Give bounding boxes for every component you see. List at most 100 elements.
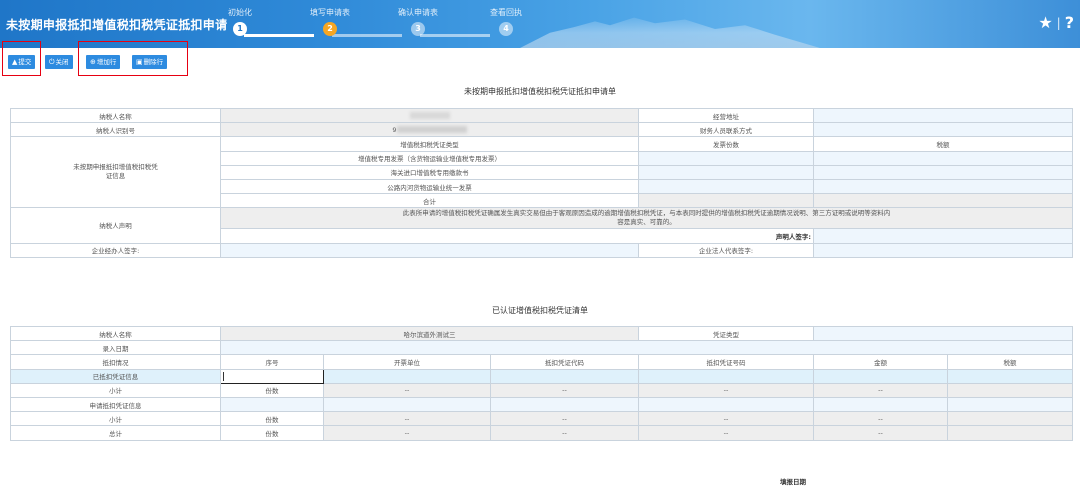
dash-cell: -- [813, 411, 948, 427]
step-number: 2 [323, 22, 337, 36]
redacted-value [409, 112, 450, 120]
subtotal-label: 小计 [10, 382, 221, 398]
business-address-label: 经营地址 [638, 107, 814, 124]
business-address-field[interactable] [813, 107, 1073, 124]
invoice-count-header: 发票份数 [638, 136, 814, 152]
column-header: 序号 [220, 354, 324, 370]
voucher-code-input[interactable] [490, 396, 639, 413]
serial-number-input[interactable] [220, 368, 324, 384]
dash-cell: -- [323, 411, 491, 427]
step-number: 1 [233, 22, 247, 36]
taxpayer-name-label: 纳税人名称 [10, 325, 221, 342]
header-separator: | [1056, 15, 1061, 30]
declarant-signature-field[interactable] [813, 228, 1073, 244]
step-fill-form: 填写申请表 2 [300, 6, 360, 36]
header-decoration [520, 17, 820, 48]
dash-cell: -- [323, 382, 491, 398]
column-header: 抵扣凭证代码 [490, 354, 639, 370]
dash-cell: -- [323, 425, 491, 441]
entry-date-field[interactable] [220, 340, 1073, 356]
step-initialize: 初始化 1 [210, 6, 270, 36]
taxpayer-id-label: 纳税人识别号 [10, 122, 221, 138]
finance-contact-label: 财务人员联系方式 [638, 122, 814, 138]
count-label: 份数 [220, 425, 324, 441]
delete-row-button[interactable]: ▣删除行 [132, 55, 168, 69]
help-icon[interactable]: ? [1065, 13, 1074, 32]
form2-table: 纳税人名称 哈尔滨道外测试三 凭证类型 录入日期 抵扣情况 序号 开票单位 抵扣… [10, 325, 1073, 441]
step-label: 查看回执 [490, 8, 522, 17]
close-button[interactable]: ⏻关闭 [45, 55, 73, 69]
invoice-count-field[interactable] [638, 178, 814, 195]
voucher-number-input[interactable] [638, 396, 814, 413]
amount-input[interactable] [813, 368, 948, 384]
entry-date-label: 录入日期 [10, 340, 221, 356]
declarant-signature-label: 声明人签字: [220, 228, 814, 244]
star-icon[interactable]: ★ [1038, 13, 1052, 32]
text-cursor [223, 371, 224, 381]
invoice-count-field[interactable] [638, 150, 814, 166]
deduction-status-label: 抵扣情况 [10, 354, 221, 370]
tax-subtotal [947, 411, 1073, 427]
form1-title: 未按期申报抵扣增值税扣税凭证抵扣申请单 [464, 87, 616, 96]
add-row-button[interactable]: ⊕增加行 [86, 55, 121, 69]
tax-total [947, 425, 1073, 441]
agent-signature-field[interactable] [220, 242, 639, 258]
header-actions: ★ |? [1038, 12, 1074, 32]
serial-number-input[interactable] [220, 396, 324, 413]
voucher-total-label: 合计 [220, 193, 639, 209]
legal-rep-signature-field[interactable] [813, 242, 1073, 258]
column-header: 税额 [947, 354, 1073, 370]
dash-cell: -- [490, 382, 639, 398]
invoice-count-field[interactable] [638, 164, 814, 180]
amount-input[interactable] [813, 396, 948, 413]
tax-amount-field[interactable] [813, 164, 1073, 180]
dash-cell: -- [638, 411, 814, 427]
declaration-text: 此表所申请的增值税扣税凭证确属发生真实交易但由于客观原因造成的逾期增值税扣税凭证… [220, 207, 1073, 230]
tax-input[interactable] [947, 396, 1073, 413]
progress-steps: 初始化 1 填写申请表 2 确认申请表 3 查看回执 4 [226, 6, 526, 42]
voucher-number-input[interactable] [638, 368, 814, 384]
deducted-voucher-label: 已抵扣凭证信息 [10, 368, 221, 384]
voucher-type-label: 凭证类型 [638, 325, 814, 342]
column-header: 抵扣凭证号码 [638, 354, 814, 370]
voucher-info-label: 未按期申报抵扣增值税扣税凭证信息 [10, 136, 221, 209]
redacted-value [396, 126, 467, 134]
issuer-input[interactable] [323, 396, 491, 413]
voucher-type-customs: 海关进口增值税专用缴款书 [220, 164, 639, 180]
tax-input[interactable] [947, 368, 1073, 384]
power-icon: ⏻ [49, 58, 55, 66]
taxpayer-id-value: 9 [220, 122, 639, 138]
thumbs-up-icon: ▲ [12, 58, 18, 66]
form1-table: 纳税人名称 经营地址 纳税人识别号 9 财务人员联系方式 未按期申报抵扣增值税扣… [10, 107, 1073, 258]
dash-cell: -- [490, 411, 639, 427]
step-label: 填写申请表 [310, 8, 350, 17]
voucher-type-field[interactable] [813, 325, 1073, 342]
subtotal-label: 小计 [10, 411, 221, 427]
taxpayer-name-value: 哈尔滨道外测试三 [220, 325, 639, 342]
tax-amount-field[interactable] [813, 178, 1073, 195]
dash-cell: -- [490, 425, 639, 441]
legal-rep-signature-label: 企业法人代表签字: [638, 242, 814, 258]
voucher-type-header: 增值税扣税凭证类型 [220, 136, 639, 152]
submit-button[interactable]: ▲提交 [8, 55, 36, 69]
count-label: 份数 [220, 411, 324, 427]
agent-signature-label: 企业经办人签字: [10, 242, 221, 258]
step-label: 确认申请表 [398, 8, 438, 17]
voucher-code-input[interactable] [490, 368, 639, 384]
declaration-label: 纳税人声明 [10, 207, 221, 244]
voucher-type-special-invoice: 增值税专用发票（含货物运输业增值税专用发票） [220, 150, 639, 166]
delete-row-label: 删除行 [143, 58, 164, 66]
finance-contact-field[interactable] [813, 122, 1073, 138]
tax-subtotal [947, 382, 1073, 398]
close-label: 关闭 [55, 58, 69, 66]
issuer-input[interactable] [323, 368, 491, 384]
voucher-type-transport: 公路内河货物运输业统一发票 [220, 178, 639, 195]
trash-icon: ▣ [136, 58, 143, 66]
tax-amount-field[interactable] [813, 150, 1073, 166]
submit-label: 提交 [18, 58, 32, 66]
tax-amount-total [813, 193, 1073, 209]
dash-cell: -- [813, 382, 948, 398]
step-view-receipt: 查看回执 4 [476, 6, 536, 36]
step-label: 初始化 [228, 8, 252, 17]
fill-date-label: 填报日期 [780, 478, 806, 486]
